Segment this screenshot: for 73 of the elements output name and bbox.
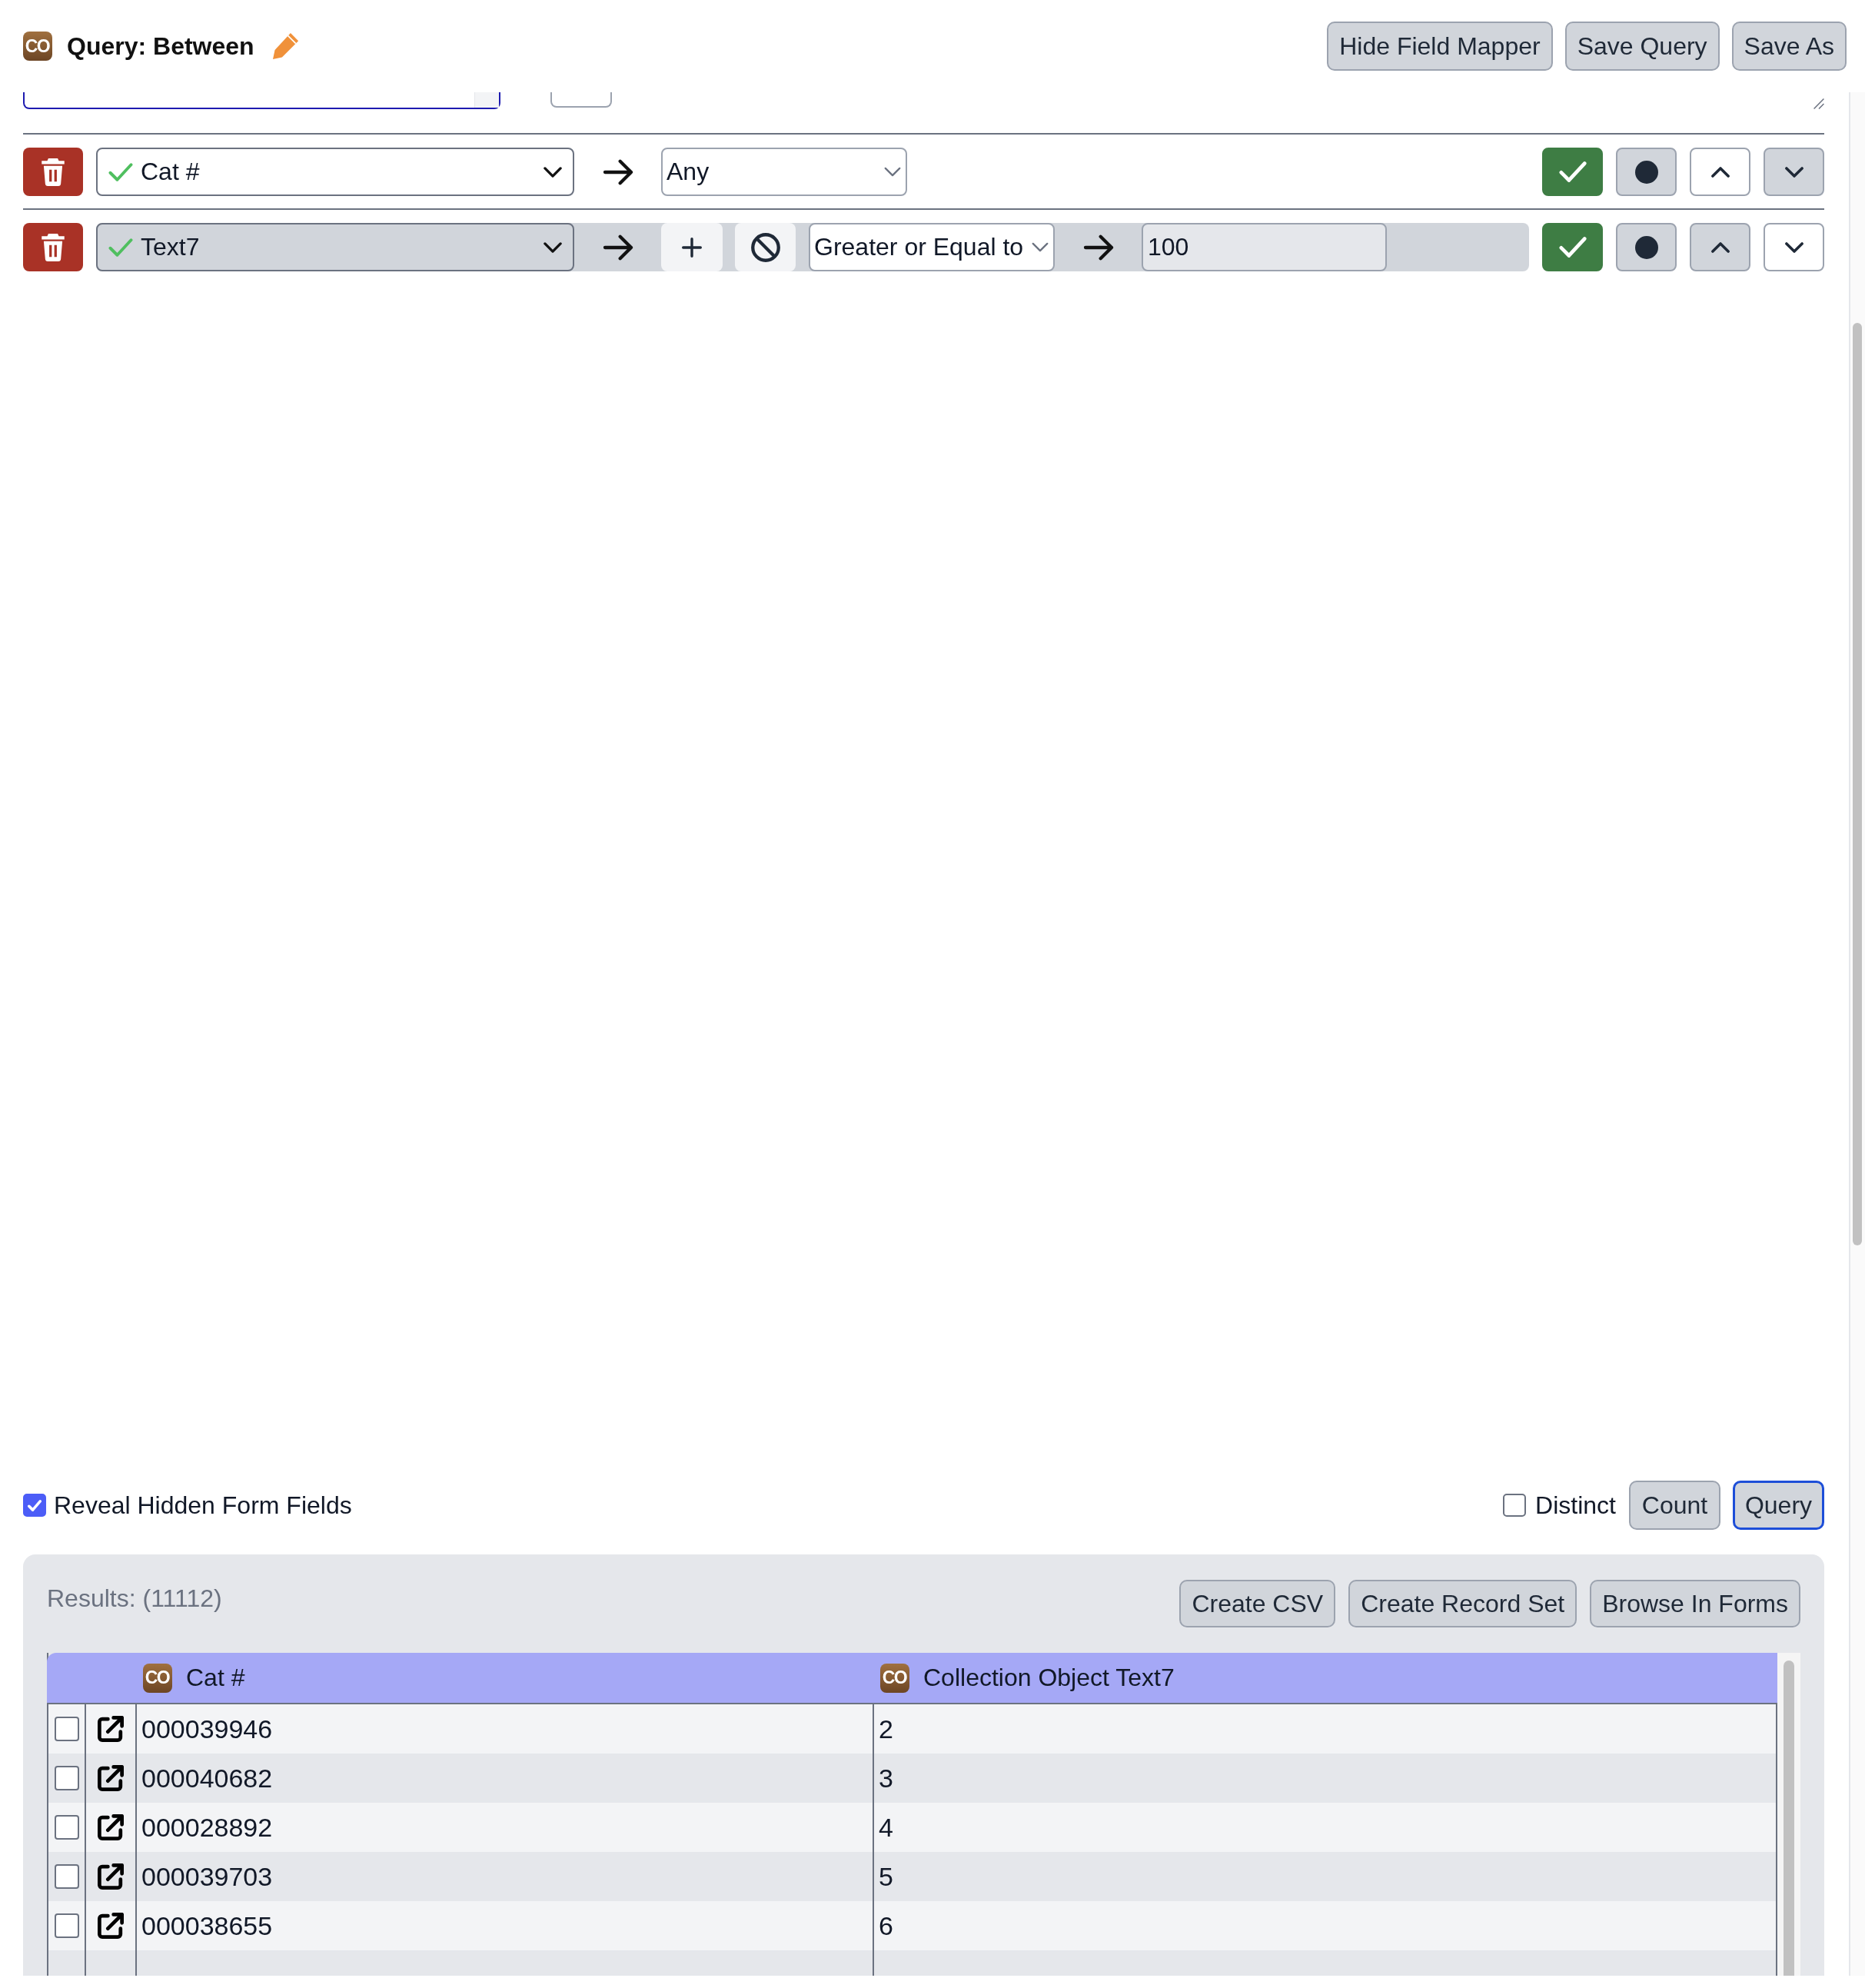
scrollbar-thumb[interactable] [1853,323,1862,1245]
negate-button[interactable] [735,223,796,271]
delete-button[interactable] [23,223,83,271]
external-link-icon[interactable] [98,1913,124,1939]
delete-button[interactable] [23,148,83,196]
chevron-down-icon [544,241,562,253]
row-checkbox[interactable] [54,1766,79,1790]
column-header[interactable]: Collection Object Text7 [923,1663,1175,1693]
operator-select[interactable]: Greater or Equal to [809,223,1055,271]
trash-icon [42,233,65,261]
prohibited-icon [750,232,780,262]
check-icon [1558,237,1587,258]
results-count: Results: (11112) [47,1583,222,1614]
resize-handle-icon[interactable] [1813,98,1824,109]
arrow-right-icon [1082,234,1114,261]
text-field[interactable] [23,92,500,109]
checkbox-label: Reveal Hidden Form Fields [54,1490,352,1521]
check-icon [1558,161,1587,182]
row-checkbox[interactable] [54,1717,79,1741]
row-checkbox[interactable] [54,1864,79,1889]
query-button[interactable]: Query [1733,1481,1824,1530]
scrollbar-track[interactable] [1849,92,1865,1976]
hide-field-mapper-button[interactable]: Hide Field Mapper [1327,22,1553,71]
count-button[interactable]: Count [1629,1481,1720,1530]
create-csv-button[interactable]: Create CSV [1179,1580,1336,1627]
sort-button[interactable] [1616,223,1677,271]
dot-icon [1634,160,1658,184]
chevron-down-icon [884,167,901,177]
query-title: Query: Between [67,31,254,62]
trash-icon [42,158,65,186]
create-record-set-button[interactable]: Create Record Set [1348,1580,1577,1627]
check-icon [108,238,133,257]
table-icon: CO [143,1663,172,1693]
chevron-up-icon [1710,166,1730,178]
move-down-button[interactable] [1764,148,1824,196]
chevron-up-icon [1710,241,1730,253]
sort-button[interactable] [1616,148,1677,196]
chevron-down-icon [1032,242,1049,252]
dot-icon [1634,235,1658,259]
field-select[interactable]: Cat # [96,148,574,196]
text-field[interactable] [550,92,612,108]
table-icon: CO [880,1663,909,1693]
field-select[interactable]: Text7 [96,223,574,271]
chevron-down-icon [1784,166,1803,178]
row-checkbox[interactable] [54,1913,79,1938]
save-as-button[interactable]: Save As [1731,22,1847,71]
chevron-down-icon [1784,241,1803,253]
plus-icon [682,237,702,258]
arrow-right-icon [602,158,633,185]
row-checkbox[interactable] [54,1815,79,1840]
table-icon: CO [23,32,52,61]
checkmark-icon [28,1499,42,1511]
value-field[interactable]: 100 [1142,223,1387,271]
operator-select[interactable]: Any [661,148,907,196]
show-field-button[interactable] [1542,223,1603,271]
save-query-button[interactable]: Save Query [1564,22,1720,71]
table-cell: 000038655 [137,1901,874,1950]
checkbox-label: Distinct [1535,1490,1616,1521]
checkbox[interactable] [23,1494,46,1517]
checkbox[interactable] [1503,1494,1527,1517]
external-link-icon[interactable] [98,1814,124,1840]
scrollbar-track[interactable] [1777,1653,1800,1976]
external-link-icon[interactable] [98,1765,124,1791]
add-button[interactable] [661,223,723,271]
column-header[interactable]: Cat # [186,1663,245,1693]
move-up-button[interactable] [1690,223,1750,271]
arrow-right-icon [602,234,633,261]
check-icon [108,162,133,181]
show-field-button[interactable] [1542,148,1603,196]
browse-in-forms-button[interactable]: Browse In Forms [1590,1580,1800,1627]
chevron-down-icon [544,166,562,178]
external-link-icon[interactable] [98,1863,124,1890]
external-link-icon[interactable] [98,1716,124,1742]
